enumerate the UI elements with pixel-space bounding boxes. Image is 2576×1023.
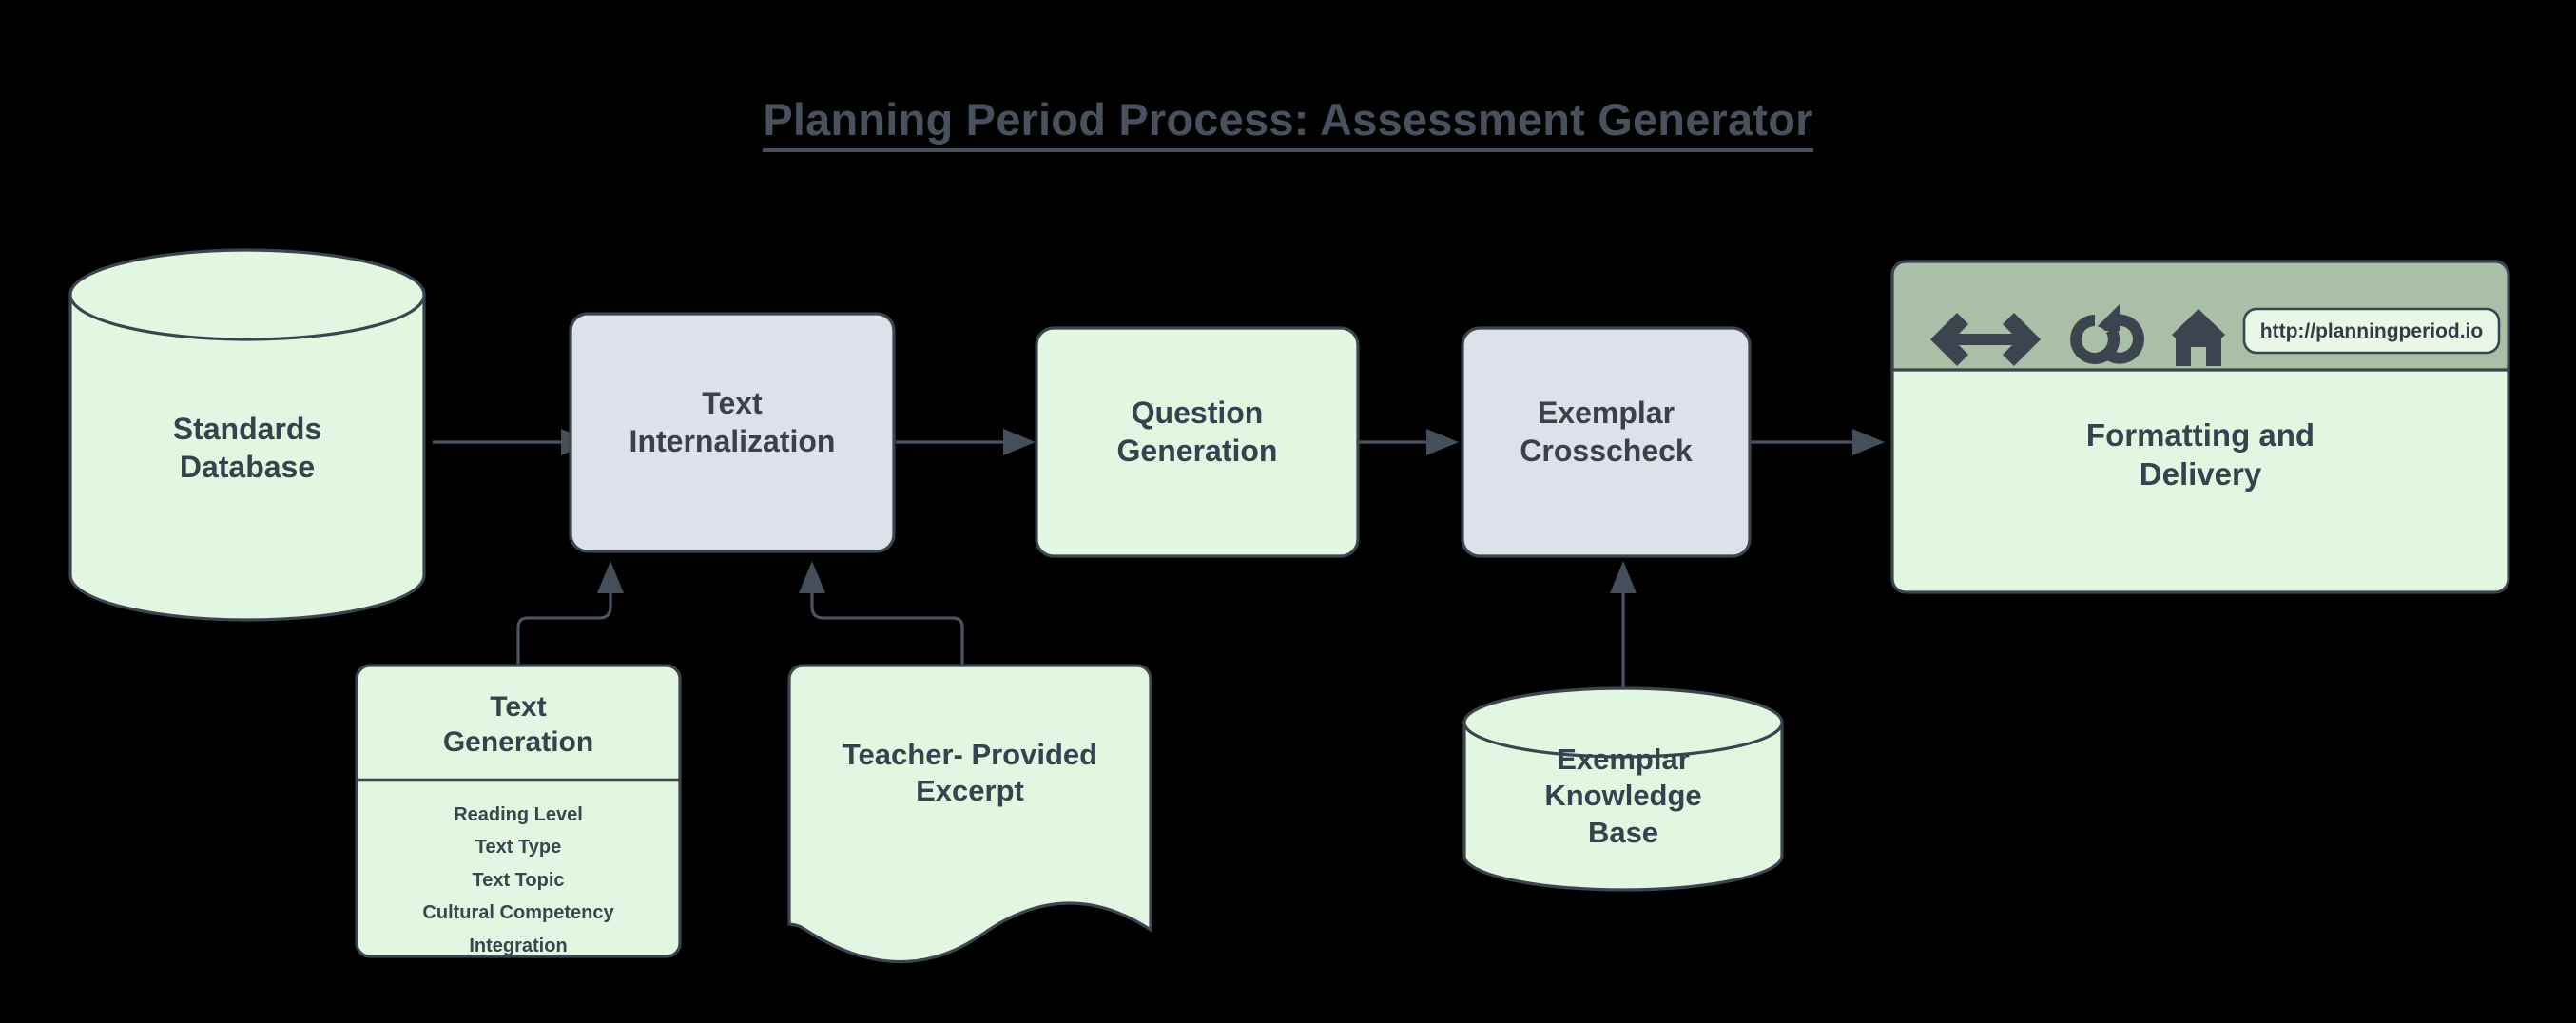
- edge-internalization-to-question: [896, 429, 1036, 455]
- node-question-generation[interactable]: [1035, 326, 1360, 558]
- diagram-canvas: Planning Period Process: Assessment Gene…: [0, 0, 2576, 1023]
- node-exemplar-crosscheck[interactable]: [1461, 326, 1752, 558]
- edge-excerpt-to-internalization: [799, 561, 964, 666]
- edge-crosscheck-to-formatting: [1750, 429, 1885, 455]
- node-exemplar-knowledge-base[interactable]: [1462, 686, 1784, 892]
- node-teacher-provided-excerpt[interactable]: [787, 664, 1152, 964]
- edge-knowledgebase-to-crosscheck: [1610, 561, 1637, 704]
- url-text: http://planningperiod.io: [2259, 320, 2484, 342]
- text-generation-attributes: Reading Level Text Type Text Topic Cultu…: [422, 804, 614, 956]
- node-standards-database[interactable]: [68, 248, 426, 622]
- node-formatting-and-delivery[interactable]: [1890, 260, 2510, 594]
- edge-textgen-to-internalization: [516, 561, 624, 666]
- edge-question-to-crosscheck: [1358, 429, 1459, 455]
- node-text-internalization[interactable]: [569, 312, 896, 553]
